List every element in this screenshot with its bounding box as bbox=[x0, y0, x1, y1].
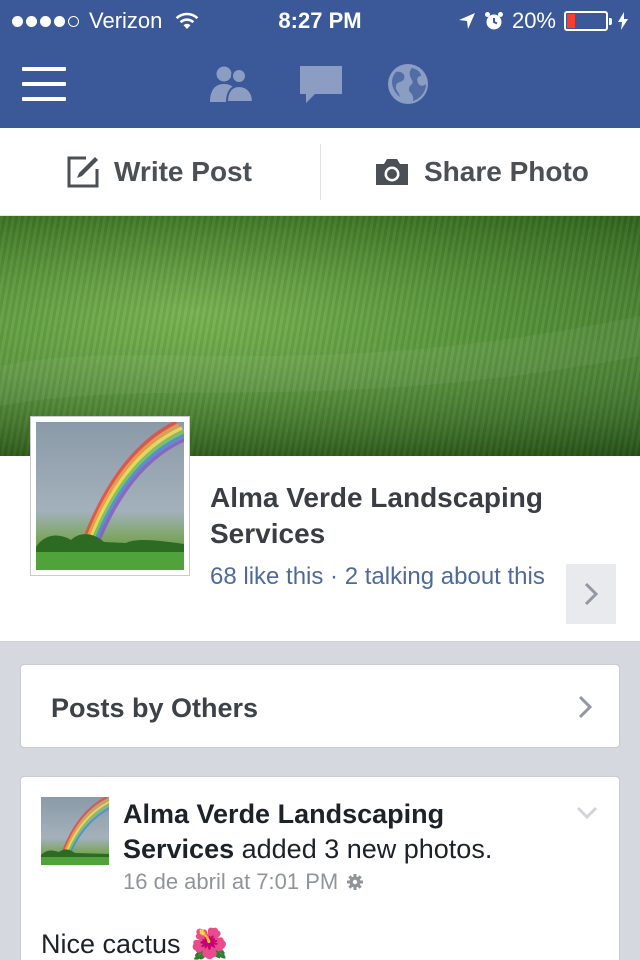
gear-icon bbox=[347, 874, 364, 890]
composer-bar: Write Post Share Photo bbox=[0, 128, 640, 216]
share-photo-label: Share Photo bbox=[424, 156, 589, 187]
profile-picture[interactable] bbox=[30, 416, 190, 576]
post-headline: Alma Verde Landscaping Services added 3 … bbox=[123, 797, 543, 867]
posts-by-others-card[interactable]: Posts by Others bbox=[20, 664, 620, 748]
camera-icon bbox=[376, 159, 408, 185]
top-bar: Verizon 8:27 PM 20% bbox=[0, 0, 640, 128]
rainbow-photo bbox=[36, 422, 184, 570]
messages-icon[interactable] bbox=[297, 62, 345, 106]
post-card: Alma Verde Landscaping Services added 3 … bbox=[20, 776, 620, 960]
post-text: Nice cactus 🌺 bbox=[41, 927, 228, 960]
battery-icon bbox=[564, 11, 612, 31]
posts-by-others-label: Posts by Others bbox=[51, 693, 259, 723]
pencil-square-icon bbox=[67, 156, 99, 188]
composer-divider bbox=[320, 144, 321, 200]
location-arrow-icon bbox=[458, 13, 475, 29]
post-text-content: Nice cactus bbox=[41, 929, 181, 959]
chevron-right-icon bbox=[578, 695, 593, 719]
alarm-icon bbox=[484, 12, 503, 30]
chevron-right-icon bbox=[584, 582, 599, 606]
menu-icon[interactable] bbox=[22, 67, 66, 101]
page-stats[interactable]: 68 like this · 2 talking about this bbox=[210, 562, 560, 592]
share-photo-button[interactable]: Share Photo bbox=[374, 128, 589, 216]
status-right: 20% bbox=[458, 8, 628, 34]
status-bar: Verizon 8:27 PM 20% bbox=[0, 0, 640, 40]
battery-percent: 20% bbox=[511, 8, 556, 33]
post-author-avatar[interactable] bbox=[41, 797, 109, 865]
friend-requests-icon[interactable] bbox=[207, 62, 255, 106]
post-timestamp[interactable]: 16 de abril at 7:01 PM bbox=[123, 869, 338, 895]
post-meta: 16 de abril at 7:01 PM bbox=[123, 869, 364, 895]
write-post-label: Write Post bbox=[114, 156, 252, 187]
write-post-button[interactable]: Write Post bbox=[66, 128, 252, 216]
charging-bolt-icon bbox=[618, 12, 628, 30]
post-options-chevron-icon[interactable] bbox=[575, 805, 599, 821]
nav-bar bbox=[0, 40, 640, 128]
hibiscus-emoji: 🌺 bbox=[190, 928, 228, 960]
post-action-text: added 3 new photos. bbox=[241, 834, 493, 864]
page-name[interactable]: Alma Verde Landscaping Services bbox=[210, 480, 590, 552]
page-more-button[interactable] bbox=[566, 564, 616, 624]
notifications-globe-icon[interactable] bbox=[384, 62, 432, 106]
